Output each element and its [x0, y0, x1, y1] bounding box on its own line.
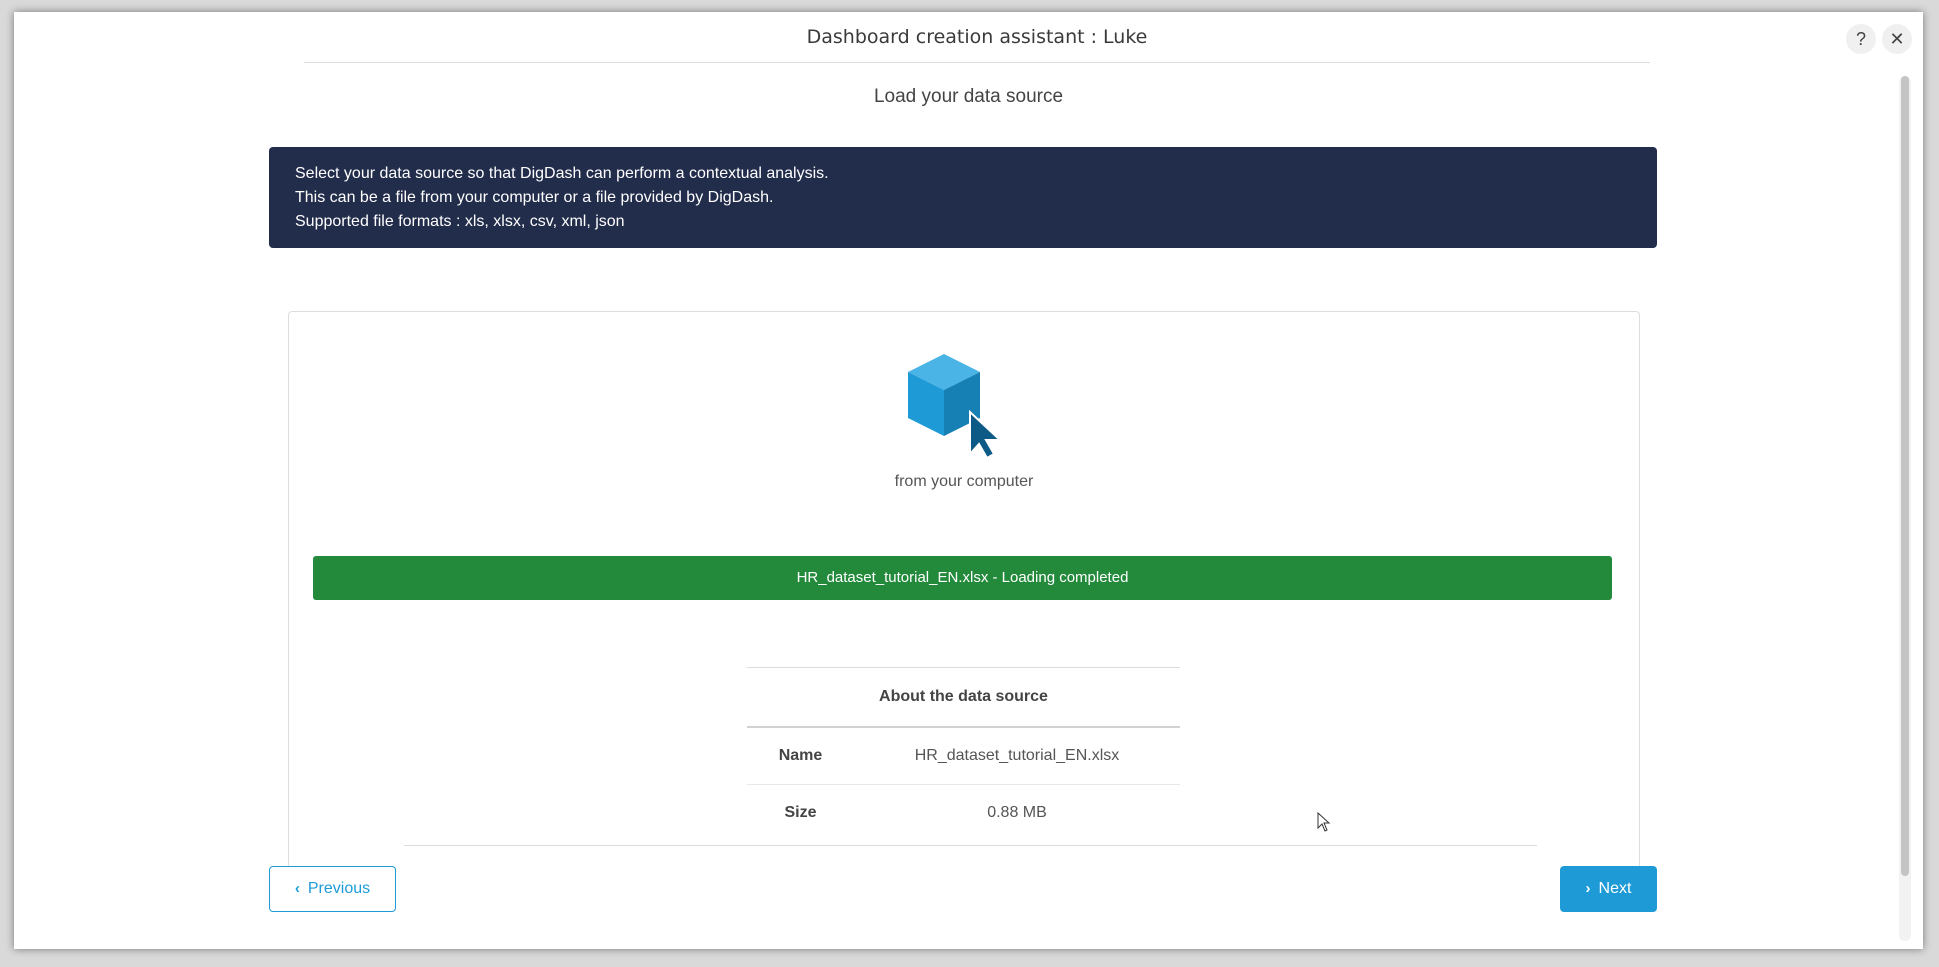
- upload-status-bar: HR_dataset_tutorial_EN.xlsx - Loading co…: [313, 556, 1612, 600]
- vertical-scrollbar[interactable]: [1899, 76, 1911, 941]
- table-row: Size 0.88 MB: [747, 785, 1180, 842]
- scrollbar-thumb[interactable]: [1901, 76, 1909, 876]
- info-line: Select your data source so that DigDash …: [295, 165, 829, 182]
- next-label: Next: [1598, 880, 1632, 897]
- about-table: About the data source Name HR_dataset_tu…: [747, 667, 1180, 841]
- assistant-dialog: Dashboard creation assistant : Luke ? ✕ …: [14, 12, 1923, 949]
- from-computer-label[interactable]: from your computer: [289, 473, 1639, 491]
- row-key: Name: [747, 727, 854, 785]
- table-row: Name HR_dataset_tutorial_EN.xlsx: [747, 727, 1180, 785]
- previous-button[interactable]: ‹ Previous: [269, 866, 396, 912]
- mouse-pointer-icon: [1317, 812, 1331, 832]
- help-button[interactable]: ?: [1846, 24, 1876, 54]
- footer-divider: [404, 845, 1537, 846]
- close-button[interactable]: ✕: [1882, 24, 1912, 54]
- row-key: Size: [784, 804, 817, 821]
- row-value: 0.88 MB: [987, 804, 1047, 821]
- cube-cursor-icon[interactable]: [906, 354, 1010, 458]
- upload-panel: from your computer HR_dataset_tutorial_E…: [288, 311, 1640, 872]
- next-button[interactable]: › Next: [1560, 866, 1657, 912]
- info-banner: Select your data source so that DigDash …: [269, 147, 1657, 248]
- step-title: Load your data source: [873, 86, 1064, 107]
- previous-label: Previous: [307, 880, 371, 897]
- chevron-left-icon: ‹: [294, 880, 300, 897]
- row-value: HR_dataset_tutorial_EN.xlsx: [854, 727, 1180, 785]
- chevron-right-icon: ›: [1585, 880, 1591, 897]
- about-title: About the data source: [747, 667, 1180, 728]
- info-line: This can be a file from your computer or…: [295, 189, 774, 206]
- dialog-title: Dashboard creation assistant : Luke: [304, 12, 1650, 63]
- info-line: Supported file formats : xls, xlsx, csv,…: [295, 213, 625, 230]
